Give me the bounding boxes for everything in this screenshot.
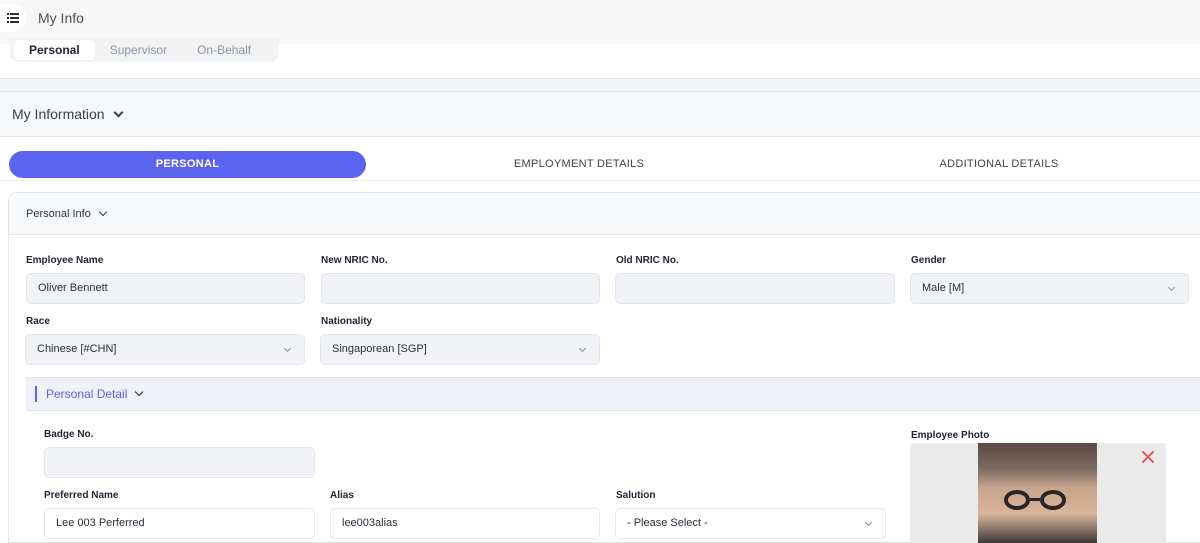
- subtab-on-behalf[interactable]: On-Behalf: [182, 40, 266, 60]
- gender-select[interactable]: Male [M]: [910, 273, 1189, 304]
- employee-photo-image: [978, 443, 1097, 543]
- badge-no-input[interactable]: [44, 447, 315, 478]
- race-select[interactable]: Chinese [#CHN]: [25, 334, 305, 365]
- salution-label: Salution: [616, 490, 656, 501]
- chevron-down-icon: [283, 344, 292, 353]
- glasses-icon: [1040, 490, 1066, 510]
- main-panel: PERSONAL EMPLOYMENT DETAILS ADDITIONAL D…: [0, 137, 1200, 543]
- salution-select[interactable]: - Please Select -: [615, 508, 886, 539]
- old-nric-input[interactable]: [615, 273, 895, 304]
- tab-personal[interactable]: PERSONAL: [9, 151, 366, 178]
- employee-name-label: Employee Name: [26, 255, 104, 266]
- personal-info-title: Personal Info: [26, 207, 91, 220]
- my-information-header[interactable]: My Information: [0, 91, 1200, 137]
- chevron-down-icon[interactable]: [135, 387, 144, 397]
- chevron-down-icon[interactable]: [113, 107, 124, 117]
- personal-info-card: Personal Info Employee Name Oliver Benne…: [8, 192, 1200, 543]
- employee-photo[interactable]: [910, 443, 1166, 543]
- close-icon[interactable]: [1140, 449, 1156, 465]
- section-accent: [35, 386, 37, 402]
- old-nric-label: Old NRIC No.: [616, 255, 679, 266]
- nationality-select[interactable]: Singaporean [SGP]: [320, 334, 600, 365]
- tab-additional-details[interactable]: ADDITIONAL DETAILS: [849, 151, 1149, 178]
- preferred-name-label: Preferred Name: [44, 490, 119, 501]
- list-icon: [7, 13, 19, 23]
- badge-no-label: Badge No.: [44, 429, 94, 440]
- race-label: Race: [26, 316, 50, 327]
- subtab-supervisor[interactable]: Supervisor: [95, 40, 182, 60]
- personal-info-header[interactable]: Personal Info: [9, 193, 1200, 235]
- tab-employment-details[interactable]: EMPLOYMENT DETAILS: [429, 151, 729, 178]
- glasses-bridge: [1030, 498, 1040, 501]
- subtab-personal[interactable]: Personal: [14, 40, 95, 60]
- employee-name-input[interactable]: Oliver Bennett: [26, 273, 305, 304]
- tab-bar: PERSONAL EMPLOYMENT DETAILS ADDITIONAL D…: [9, 151, 1200, 179]
- race-value: Chinese [#CHN]: [37, 343, 117, 355]
- nationality-value: Singaporean [SGP]: [332, 343, 427, 355]
- chevron-down-icon: [578, 344, 587, 353]
- page-title: My Info: [38, 10, 84, 26]
- gender-value: Male [M]: [922, 282, 965, 294]
- subtabs: Personal Supervisor On-Behalf: [10, 38, 278, 62]
- new-nric-label: New NRIC No.: [321, 255, 388, 266]
- salution-value: - Please Select -: [627, 517, 708, 529]
- employee-photo-label: Employee Photo: [911, 430, 990, 441]
- preferred-name-input[interactable]: Lee 003 Perferred: [44, 508, 315, 539]
- personal-detail-title: Personal Detail: [46, 387, 128, 401]
- subtabs-bar: Personal Supervisor On-Behalf: [0, 38, 1200, 79]
- nationality-label: Nationality: [321, 316, 373, 327]
- glasses-icon: [1004, 490, 1030, 510]
- menu-button[interactable]: [0, 4, 26, 32]
- alias-label: Alias: [330, 490, 354, 501]
- personal-detail-header[interactable]: Personal Detail: [26, 377, 1200, 411]
- new-nric-input[interactable]: [321, 273, 600, 304]
- chevron-down-icon: [1167, 283, 1176, 292]
- section-title: My Information: [12, 106, 105, 122]
- tabs-divider: [0, 180, 1200, 181]
- chevron-down-icon: [864, 518, 873, 527]
- alias-input[interactable]: lee003alias: [330, 508, 600, 539]
- chevron-down-icon[interactable]: [98, 207, 108, 216]
- gender-label: Gender: [911, 255, 947, 266]
